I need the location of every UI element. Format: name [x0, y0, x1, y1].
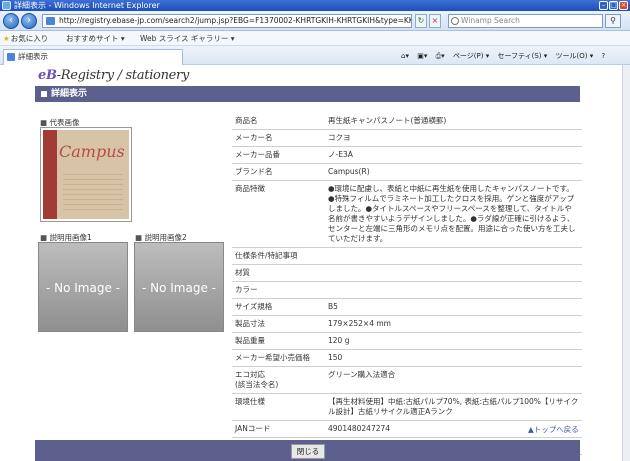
- spec-row: 商品名 再生紙キャンパスノート(普通横罫): [232, 113, 582, 130]
- spec-value: 150: [325, 349, 582, 367]
- spec-key: カラー: [232, 281, 325, 299]
- spec-row: 製品重量 120 g: [232, 332, 582, 350]
- page-icon: [7, 53, 15, 61]
- spec-row: 材質: [232, 264, 582, 282]
- spec-table: 商品名 再生紙キャンパスノート(普通横罫) メーカー名 コクヨ メーカー品番 ノ-E3A ブ…: [232, 113, 582, 455]
- print-icon[interactable]: ⎙▾: [436, 52, 445, 60]
- maximize-button[interactable]: □: [609, 1, 618, 10]
- spec-row: メーカー名 コクヨ: [232, 129, 582, 147]
- safety-menu[interactable]: セーフティ(S) ▾: [497, 52, 547, 60]
- spec-row: エコ対応 (該当法令名) グリーン購入法適合: [232, 366, 582, 394]
- back-to-top-link[interactable]: ▲トップへ戻る: [528, 424, 579, 435]
- desc-image2-placeholder: - No Image -: [134, 242, 224, 332]
- page-icon: [46, 17, 55, 25]
- close-window-button[interactable]: ×: [619, 1, 628, 10]
- spec-key: 製品重量: [232, 332, 325, 350]
- spec-key: メーカー希望小売価格: [232, 349, 325, 367]
- spec-key: 商品名: [232, 113, 325, 130]
- main-product-image[interactable]: Campus: [40, 127, 132, 222]
- desc-image1-placeholder: - No Image -: [38, 242, 128, 332]
- address-bar: ‹ › http://registry.ebase-jp.com/search2…: [0, 11, 630, 31]
- spec-key: 環境仕様: [232, 393, 325, 421]
- title-bar: 詳細表示 - Windows Internet Explorer – □ ×: [0, 0, 630, 11]
- search-input[interactable]: Winamp Search: [448, 14, 603, 28]
- spec-row: メーカー希望小売価格 150: [232, 349, 582, 367]
- favorites-button[interactable]: ★お気に入り: [3, 31, 48, 46]
- spec-value: 179×252×4 mm: [325, 315, 582, 333]
- ie-icon: [2, 1, 11, 10]
- home-icon[interactable]: ⌂▾: [401, 52, 409, 60]
- site-logo: eB-Registry / stationery: [38, 68, 190, 83]
- vertical-scrollbar[interactable]: [622, 65, 630, 461]
- page-content: eB-Registry / stationery 詳細表示 代表画像 Campu…: [0, 65, 630, 461]
- spec-row: カラー: [232, 281, 582, 299]
- spec-value: Campus(R): [325, 163, 582, 181]
- window-controls: – □ ×: [599, 1, 628, 10]
- spec-row: ブランド名 Campus(R): [232, 163, 582, 181]
- spec-value: コクヨ: [325, 129, 582, 147]
- spec-row: サイズ規格 B5: [232, 298, 582, 316]
- feeds-icon[interactable]: ▣▾: [417, 52, 427, 60]
- window-title: 詳細表示 - Windows Internet Explorer: [14, 1, 160, 10]
- section-title: 詳細表示: [35, 86, 580, 102]
- minimize-button[interactable]: –: [599, 1, 608, 10]
- spec-row: 商品特徴 ●環境に配慮し、表紙と中紙に再生紙を使用したキャンパスノートです。●特殊…: [232, 180, 582, 248]
- spec-value: 120 g: [325, 332, 582, 350]
- command-bar: ⌂▾ ▣▾ ⎙▾ ページ(P) ▾ セーフティ(S) ▾ ツール(O) ▾ ?: [395, 49, 605, 63]
- favorites-item-recommended[interactable]: おすすめサイト ▾: [66, 31, 125, 46]
- url-input[interactable]: http://registry.ebase-jp.com/search2/jum…: [42, 14, 412, 28]
- url-text: http://registry.ebase-jp.com/search2/jum…: [59, 16, 412, 25]
- spec-value: グリーン購入法適合: [325, 366, 582, 394]
- spec-key: サイズ規格: [232, 298, 325, 316]
- spec-row: メーカー品番 ノ-E3A: [232, 146, 582, 164]
- spec-key: エコ対応 (該当法令名): [232, 366, 325, 394]
- favorites-bar: ★お気に入り おすすめサイト ▾ Web スライス ギャラリー ▾: [0, 31, 630, 46]
- tab-bar: 詳細表示 ⌂▾ ▣▾ ⎙▾ ページ(P) ▾ セーフティ(S) ▾ ツール(O)…: [0, 46, 630, 65]
- spec-key: ブランド名: [232, 163, 325, 181]
- notebook-cover-text: Campus: [59, 142, 125, 161]
- spec-row: 製品寸法 179×252×4 mm: [232, 315, 582, 333]
- spec-value: [325, 247, 582, 265]
- back-button[interactable]: ‹: [3, 13, 19, 29]
- spec-key: 仕様条件/特記事項: [232, 247, 325, 265]
- browser-window: 詳細表示 - Windows Internet Explorer – □ × ‹…: [0, 0, 630, 461]
- spec-value: 再生紙キャンパスノート(普通横罫): [325, 113, 582, 130]
- help-icon[interactable]: ?: [601, 52, 605, 60]
- spec-key: JANコード: [232, 420, 325, 438]
- spec-key: 製品寸法: [232, 315, 325, 333]
- tab-detail[interactable]: 詳細表示: [3, 49, 183, 65]
- notebook-image: Campus: [43, 130, 129, 219]
- star-icon: ★: [3, 34, 10, 43]
- spec-key: メーカー名: [232, 129, 325, 147]
- search-placeholder: Winamp Search: [461, 16, 520, 25]
- spec-value: [325, 281, 582, 299]
- refresh-icon[interactable]: ↻: [415, 14, 427, 28]
- search-engine-icon: [451, 17, 459, 25]
- spec-value: B5: [325, 298, 582, 316]
- search-icon[interactable]: ⚲: [605, 14, 621, 28]
- spec-key: 材質: [232, 264, 325, 282]
- spec-key: メーカー品番: [232, 146, 325, 164]
- favorites-item-web-slice[interactable]: Web スライス ギャラリー ▾: [140, 31, 235, 46]
- spec-key: 商品特徴: [232, 180, 325, 248]
- address-tools: ↻ ×: [415, 14, 441, 28]
- spec-row: 仕様条件/特記事項: [232, 247, 582, 265]
- stop-icon[interactable]: ×: [429, 14, 441, 28]
- close-button[interactable]: 閉じる: [291, 444, 325, 459]
- spec-value: 【再生材料使用】中紙:古紙パルプ70%, 表紙:古紙パルプ100%【リサイクル設…: [325, 393, 582, 421]
- spec-value: [325, 264, 582, 282]
- spec-row: 環境仕様 【再生材料使用】中紙:古紙パルプ70%, 表紙:古紙パルプ100%【リサ…: [232, 393, 582, 421]
- page-menu[interactable]: ページ(P) ▾: [453, 52, 489, 60]
- forward-button[interactable]: ›: [21, 13, 37, 29]
- spec-value: ●環境に配慮し、表紙と中紙に再生紙を使用したキャンパスノートです。●特殊フィルム…: [325, 180, 582, 248]
- spec-value: ノ-E3A: [325, 146, 582, 164]
- footer-bar: 閉じる: [35, 440, 580, 461]
- tools-menu[interactable]: ツール(O) ▾: [556, 52, 594, 60]
